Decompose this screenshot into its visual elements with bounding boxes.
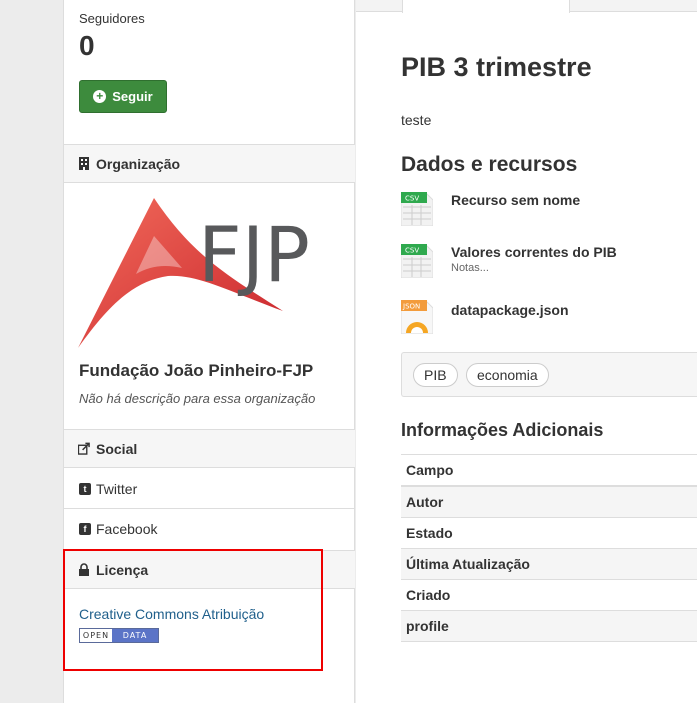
fjp-logo[interactable]: FJP bbox=[78, 196, 344, 352]
tag-pib[interactable]: PIB bbox=[413, 363, 458, 387]
resource-name[interactable]: Valores correntes do PIB bbox=[451, 244, 617, 260]
resource-note: Notas... bbox=[451, 262, 489, 274]
table-cell: Última Atualização bbox=[401, 548, 697, 580]
organization-heading: Organização bbox=[64, 144, 355, 183]
social-item-twitter[interactable]: t Twitter bbox=[64, 469, 355, 509]
table-row: Última Atualização bbox=[401, 548, 697, 580]
license-heading: Licença bbox=[64, 550, 355, 589]
follow-button-label: Seguir bbox=[112, 89, 153, 104]
svg-text:JSON: JSON bbox=[402, 303, 420, 311]
table-row: Criado bbox=[401, 579, 697, 611]
csv-file-icon: CSV bbox=[401, 244, 433, 278]
follow-button[interactable]: + Seguir bbox=[79, 80, 167, 113]
svg-text:CSV: CSV bbox=[405, 247, 419, 255]
badge-left-text: OPEN bbox=[80, 629, 112, 642]
table-row: profile bbox=[401, 610, 697, 642]
table-cell: Estado bbox=[401, 517, 697, 549]
table-row: Autor bbox=[401, 485, 697, 518]
tab-bar bbox=[356, 0, 697, 13]
lock-icon bbox=[79, 563, 89, 576]
resources-heading: Dados e recursos bbox=[401, 153, 578, 176]
dataset-title: PIB 3 trimestre bbox=[401, 52, 592, 82]
sidebar: Seguidores 0 + Seguir Organização FJP Fu… bbox=[63, 0, 355, 703]
table-cell: Autor bbox=[401, 485, 697, 518]
table-cell: Criado bbox=[401, 579, 697, 611]
twitter-icon: t bbox=[79, 482, 91, 495]
logo-text: FJP bbox=[198, 210, 310, 299]
followers-label: Seguidores bbox=[79, 11, 145, 26]
table-header-cell: Campo bbox=[401, 454, 697, 487]
social-heading-label: Social bbox=[96, 440, 138, 457]
org-description: Não há descrição para essa organização bbox=[79, 391, 316, 406]
plus-circle-icon: + bbox=[93, 90, 107, 103]
json-file-icon: JSON bbox=[401, 300, 433, 334]
main-content: PIB 3 trimestre teste Dados e recursos C… bbox=[356, 0, 697, 703]
resource-name[interactable]: datapackage.json bbox=[451, 302, 569, 318]
social-item-facebook[interactable]: f Facebook bbox=[64, 509, 355, 549]
table-header-row: Campo bbox=[401, 454, 697, 487]
table-row: Estado bbox=[401, 517, 697, 549]
additional-info-heading: Informações Adicionais bbox=[401, 420, 604, 440]
license-heading-label: Licença bbox=[96, 561, 149, 578]
table-cell: profile bbox=[401, 610, 697, 642]
org-name[interactable]: Fundação João Pinheiro-FJP bbox=[79, 361, 313, 381]
followers-count: 0 bbox=[79, 30, 95, 61]
tab-active[interactable] bbox=[402, 0, 570, 13]
license-link[interactable]: Creative Commons Atribuição bbox=[79, 606, 264, 622]
social-item-label: Facebook bbox=[96, 521, 158, 537]
building-icon bbox=[79, 157, 89, 170]
svg-text:CSV: CSV bbox=[405, 195, 419, 203]
additional-info-table: Campo Autor Estado Última Atualização Cr… bbox=[401, 454, 697, 642]
social-heading: Social bbox=[64, 429, 355, 468]
tags-box: PIB economia bbox=[401, 352, 697, 397]
organization-heading-label: Organização bbox=[96, 155, 181, 172]
tag-economia[interactable]: economia bbox=[466, 363, 549, 387]
left-gutter bbox=[0, 0, 63, 703]
social-item-label: Twitter bbox=[96, 480, 138, 497]
share-icon bbox=[78, 442, 90, 455]
resource-name[interactable]: Recurso sem nome bbox=[451, 192, 580, 208]
open-data-badge[interactable]: OPEN DATA bbox=[79, 628, 159, 643]
badge-right-text: DATA bbox=[112, 629, 158, 642]
csv-file-icon: CSV bbox=[401, 192, 433, 226]
facebook-icon: f bbox=[79, 523, 91, 535]
dataset-description: teste bbox=[401, 112, 432, 128]
